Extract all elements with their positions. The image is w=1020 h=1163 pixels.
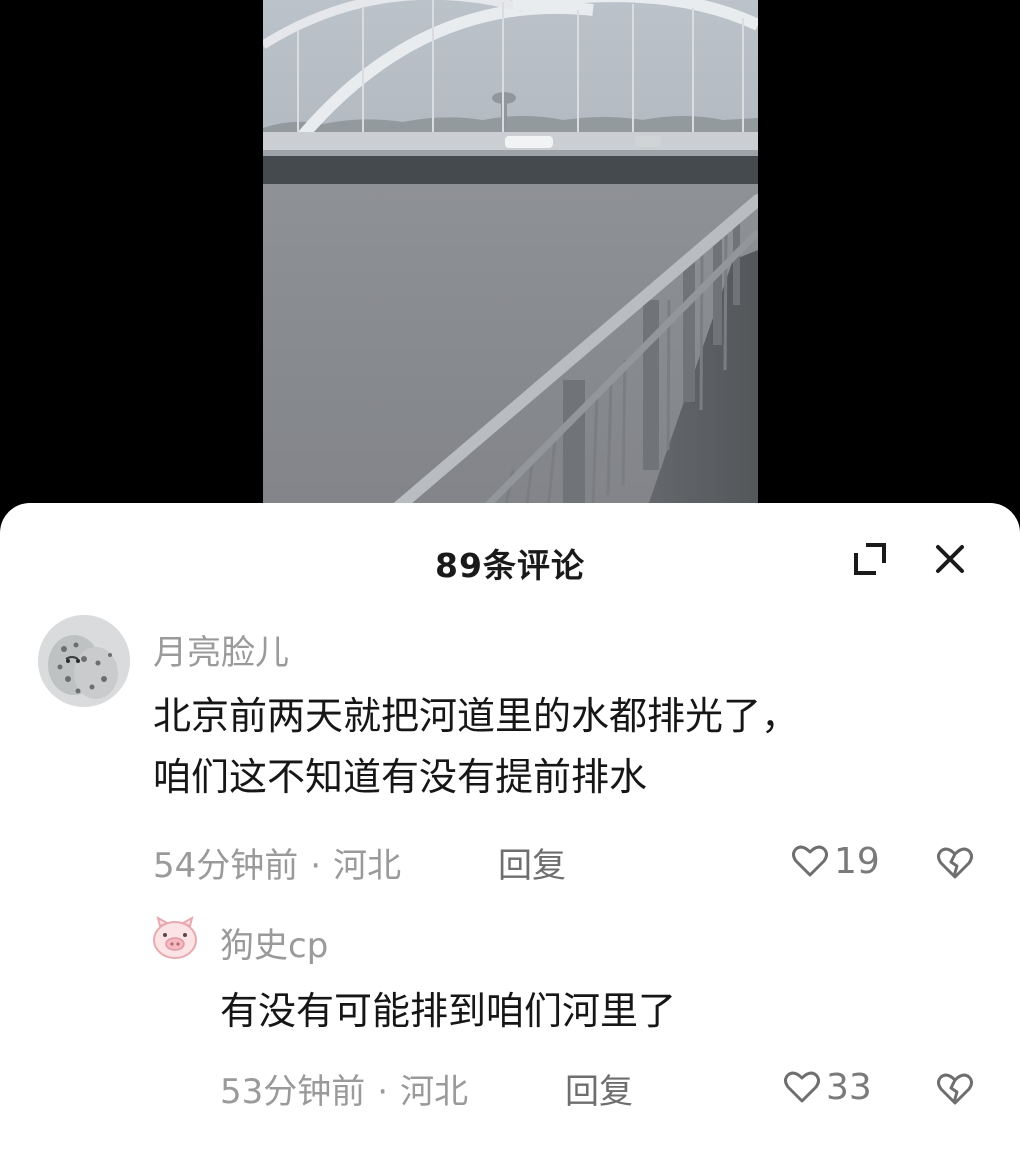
like-button[interactable]: 19 [790,839,880,883]
video-player[interactable] [0,0,1020,520]
video-frame [263,0,758,520]
reply-button[interactable]: 回复 [498,838,566,887]
comment-text: 有没有可能排到咱们河里了 [220,981,676,1042]
pig-avatar-icon [153,916,197,959]
comment-line: 北京前两天就把河道里的水都排光了， [153,694,800,738]
like-button[interactable]: 33 [782,1065,872,1109]
meta-separator: · [377,1072,389,1112]
heart-icon [784,1071,820,1103]
avatar[interactable] [150,913,200,963]
like-count: 33 [826,1066,872,1108]
close-icon[interactable] [928,537,972,581]
avatar[interactable] [38,615,130,707]
comment-sheet: 89条评论 月亮脸儿 北京前两天就把河道里的水都排光了， 咱们这不知道有没有提前… [0,503,1020,1163]
reply-button[interactable]: 回复 [565,1064,633,1113]
comment-line: 有没有可能排到咱们河里了 [220,989,677,1033]
comment-meta: 53分钟前 · 河北 [220,1064,468,1113]
comment-location: 河北 [400,1072,469,1112]
heart-icon [792,845,828,877]
comment-author[interactable]: 月亮脸儿 [153,625,289,674]
video-scene [263,0,758,520]
comment-meta: 54分钟前 · 河北 [153,838,401,887]
comment-line: 咱们这不知道有没有提前排水 [153,755,648,799]
comment-time: 53分钟前 [220,1072,366,1112]
like-count: 19 [834,840,880,882]
comment-sheet-header: 89条评论 [0,503,1020,623]
comment-author[interactable]: 狗史cp [220,918,328,967]
expand-icon[interactable] [848,537,892,581]
dislike-button[interactable] [935,843,975,883]
meta-separator: · [310,846,322,886]
dislike-button[interactable] [935,1069,975,1109]
comment-time: 54分钟前 [153,846,299,886]
comment-text: 北京前两天就把河道里的水都排光了， 咱们这不知道有没有提前排水 [153,686,799,808]
broken-heart-icon [937,847,973,879]
comment-location: 河北 [333,846,402,886]
snow-leopard-avatar-icon [38,615,130,707]
broken-heart-icon [937,1073,973,1105]
